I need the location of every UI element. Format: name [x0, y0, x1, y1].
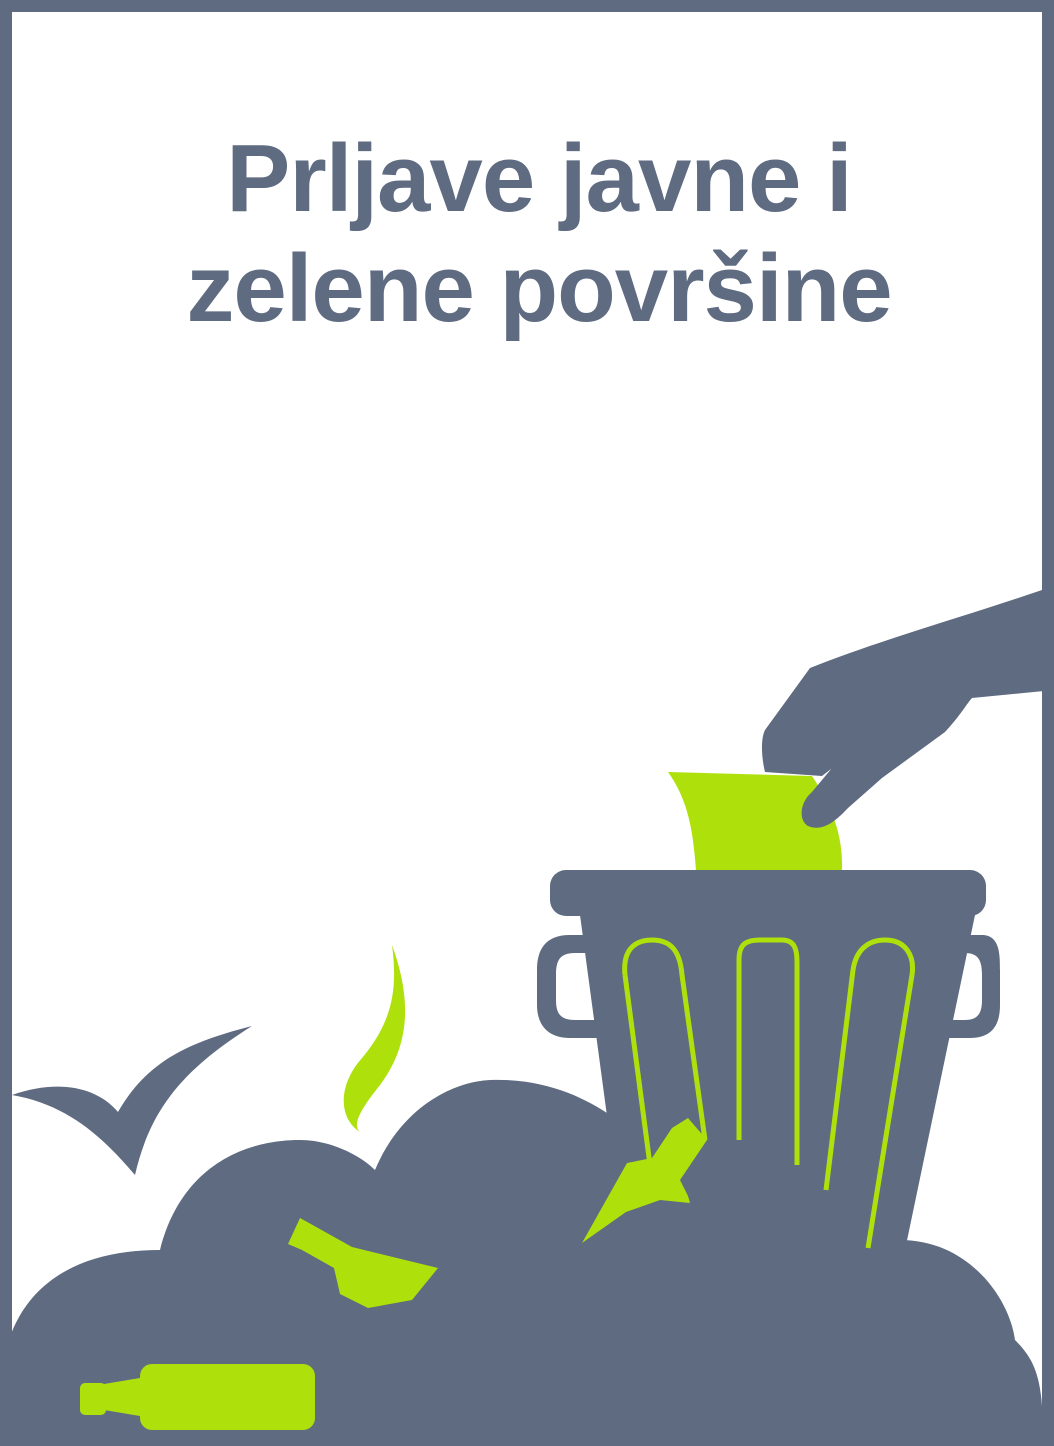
bird-icon [12, 1026, 252, 1175]
smell-wisp-icon [343, 945, 406, 1132]
illustration [0, 585, 1054, 1446]
